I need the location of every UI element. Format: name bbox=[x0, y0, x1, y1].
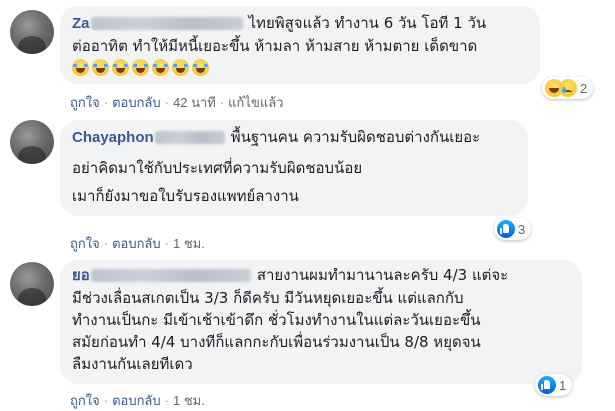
reaction-count: 1 bbox=[559, 377, 567, 393]
sad-icon bbox=[559, 79, 577, 97]
reaction-count: 3 bbox=[518, 221, 526, 237]
comment-actions: ถูกใจ · ตอบกลับ · 1 ชม. bbox=[70, 233, 205, 254]
reaction-count: 2 bbox=[580, 80, 588, 96]
author-name[interactable]: ยอ bbox=[72, 267, 90, 284]
like-link[interactable]: ถูกใจ bbox=[70, 393, 100, 408]
comment-text-line: ทำงานเป็นกะ มีเข้าเช้าเข้าดึก ชั่วโมงทำง… bbox=[72, 311, 481, 329]
separator: · bbox=[219, 95, 225, 110]
avatar[interactable] bbox=[10, 262, 54, 306]
author-name[interactable]: Za bbox=[72, 15, 90, 32]
separator: · bbox=[103, 95, 109, 110]
comment-text-line: ไทยพิสูจแล้ว ทำงาน 6 วัน โอที 1 วัน bbox=[248, 14, 487, 32]
comment-text-line: สมัยก่อนทำ 4/4 บางทีก็แลกกะกับเพื่อนร่วม… bbox=[72, 333, 481, 351]
reaction-summary[interactable]: 1 bbox=[535, 374, 573, 396]
separator: · bbox=[103, 236, 109, 251]
rolling-on-floor-laughing-emoji bbox=[72, 59, 89, 76]
separator: · bbox=[103, 393, 109, 408]
comment-bubble: Chayaphon พื้นฐานคน ความรับผิดชอบต่างกันเ… bbox=[60, 120, 528, 216]
avatar[interactable] bbox=[10, 10, 54, 54]
comment-text-line: พื้นฐานคน ความรับผิดชอบต่างกันเยอะ bbox=[230, 128, 481, 146]
comment-actions: ถูกใจ · ตอบกลับ · 42 นาที · แก้ไขแล้ว bbox=[70, 92, 284, 113]
rolling-on-floor-laughing-emoji bbox=[192, 59, 209, 76]
timestamp[interactable]: 1 ชม. bbox=[173, 236, 205, 251]
rolling-on-floor-laughing-emoji bbox=[92, 59, 109, 76]
reaction-summary[interactable]: 2 bbox=[542, 77, 594, 99]
emoji-row bbox=[72, 57, 528, 79]
timestamp[interactable]: 1 ชม. bbox=[173, 393, 205, 408]
like-icon bbox=[538, 376, 556, 394]
like-link[interactable]: ถูกใจ bbox=[70, 236, 100, 251]
reply-link[interactable]: ตอบกลับ bbox=[112, 236, 161, 251]
redacted-name bbox=[90, 269, 251, 282]
comment-text-line: สายงานผมทำมานานละครับ 4/3 แต่จะ bbox=[256, 266, 509, 284]
reaction-summary[interactable]: 3 bbox=[494, 218, 532, 240]
redacted-name bbox=[154, 131, 225, 144]
comment-bubble: Za ไทยพิสูจแล้ว ทำงาน 6 วัน โอที 1 วัน ต่… bbox=[60, 6, 540, 84]
redacted-name bbox=[90, 17, 243, 30]
comment-text-line: ต่ออาทิต ทำให้มีหนี้เยอะขึ้น ห้ามลา ห้าม… bbox=[72, 37, 478, 55]
rolling-on-floor-laughing-emoji bbox=[172, 59, 189, 76]
separator: · bbox=[164, 393, 169, 408]
separator: · bbox=[164, 236, 169, 251]
comment-text-line: ลืมงานกันเลยทีเดว bbox=[72, 355, 193, 373]
reply-link[interactable]: ตอบกลับ bbox=[112, 95, 161, 110]
avatar[interactable] bbox=[10, 120, 54, 164]
comment-text-line: เมาก็ยังมาขอใบรับรองแพทย์ลางาน bbox=[72, 187, 299, 205]
comment-text-line: มีช่วงเลื่อนสเกตเป็น 3/3 ก็ดีครับ มีวันห… bbox=[72, 289, 464, 307]
comment-bubble: ยอ สายงานผมทำมานานละครับ 4/3 แต่จะ มีช่วง… bbox=[60, 260, 582, 384]
rolling-on-floor-laughing-emoji bbox=[112, 59, 129, 76]
edited-label[interactable]: แก้ไขแล้ว bbox=[228, 95, 283, 110]
like-icon bbox=[497, 220, 515, 238]
separator: · bbox=[164, 95, 169, 110]
comment-text-line: อย่าคิดมาใช้กับประเทศที่ความรับผิดชอบน้อ… bbox=[72, 159, 363, 177]
rolling-on-floor-laughing-emoji bbox=[152, 59, 169, 76]
like-link[interactable]: ถูกใจ bbox=[70, 95, 100, 110]
rolling-on-floor-laughing-emoji bbox=[132, 59, 149, 76]
author-name[interactable]: Chayaphon bbox=[72, 129, 154, 146]
reply-link[interactable]: ตอบกลับ bbox=[112, 393, 161, 408]
timestamp[interactable]: 42 นาที bbox=[173, 95, 216, 110]
